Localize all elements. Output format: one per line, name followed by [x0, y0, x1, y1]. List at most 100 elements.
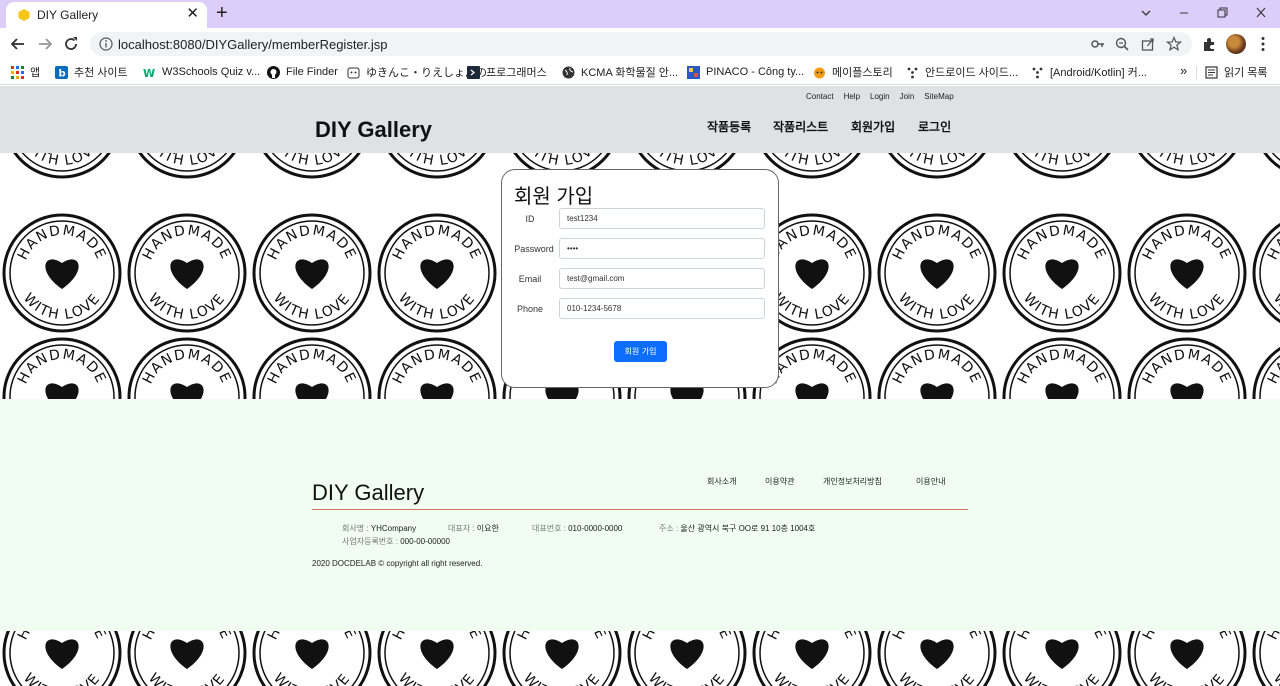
close-window-icon[interactable]	[1251, 6, 1271, 20]
footer-link-terms[interactable]: 이용약관	[765, 476, 794, 487]
handmade-stamp: HANDMADEWITH LOVE	[252, 337, 372, 399]
bookmark-label: 앱	[30, 67, 41, 79]
globe-icon	[562, 66, 575, 78]
password-input[interactable]	[559, 238, 765, 259]
handmade-stamp: HANDMADEWITH LOVE	[2, 631, 122, 686]
handmade-pattern-bottom: HANDMADEWITH LOVEHANDMADEWITH LOVEHANDMA…	[0, 631, 1280, 686]
close-tab-icon[interactable]: ✕	[186, 6, 199, 22]
footer-link-company[interactable]: 회사소개	[707, 476, 736, 487]
info-icon[interactable]	[99, 37, 113, 51]
register-submit-button[interactable]: 회원 가입	[614, 341, 667, 362]
dots-icon	[907, 67, 918, 78]
handmade-stamp: HANDMADEWITH LOVE	[263, 153, 361, 179]
bookmark-android-side[interactable]: 안드로이드 사이드...	[906, 64, 1018, 80]
reading-list-label: 읽기 목록	[1224, 67, 1268, 79]
bookmark-w3schools[interactable]: W W3Schools Quiz v...	[143, 64, 260, 80]
zoom-icon[interactable]	[1114, 36, 1130, 52]
biz-key: 사업자등록번호 :	[342, 537, 401, 546]
handmade-stamp: HANDMADEWITH LOVE	[1002, 337, 1122, 399]
more-menu-icon[interactable]	[1254, 35, 1272, 53]
new-tab-button[interactable]: +	[216, 2, 228, 24]
bookmark-maplestory[interactable]: 메이플스토리	[813, 64, 893, 80]
handmade-stamp: HANDMADEWITH LOVE	[2, 213, 122, 333]
handmade-stamp: HANDMADEWITH LOVE	[627, 631, 747, 686]
handmade-stamp: HANDMADEWITH LOVE	[1252, 223, 1280, 323]
handmade-stamp: HANDMADEWITH LOVE	[502, 631, 622, 686]
extensions-icon[interactable]	[1200, 35, 1218, 53]
address-value: 울산 광역시 북구 OO로 91 10층 1004호	[680, 524, 816, 533]
nav-artwork-list[interactable]: 작품리스트	[773, 118, 828, 135]
apps-grid-icon	[11, 65, 24, 79]
maplestory-icon	[814, 67, 825, 78]
reading-list-button[interactable]: 읽기 목록	[1205, 64, 1268, 80]
bookmark-label: KCMA 화학물질 안...	[581, 67, 679, 79]
id-input[interactable]	[559, 208, 765, 229]
phone-info: 대표번호 : 010-0000-0000	[532, 523, 622, 534]
nav-login[interactable]: 로그인	[918, 118, 951, 135]
bookmark-file-finder[interactable]: File Finder	[267, 64, 338, 80]
bookmark-programmers[interactable]: 프로그래머스	[467, 64, 547, 80]
share-icon[interactable]	[1140, 36, 1156, 52]
bookmark-pinaco[interactable]: PINACO - Công ty...	[687, 64, 804, 80]
handmade-stamp: HANDMADEWITH LOVE	[1263, 153, 1280, 169]
handmade-stamp: HANDMADEWITH LOVE	[13, 153, 111, 179]
svg-text:W: W	[143, 67, 155, 79]
bookmark-apps[interactable]: 앱	[11, 64, 40, 80]
tab-search-icon[interactable]	[1136, 7, 1156, 21]
footer-link-guide[interactable]: 이용안내	[916, 476, 945, 487]
w3schools-icon: W	[143, 67, 155, 79]
site-logo[interactable]: DIY Gallery	[315, 117, 432, 143]
programmers-icon	[467, 65, 480, 79]
back-icon[interactable]	[8, 34, 28, 54]
join-link[interactable]: Join	[900, 92, 915, 101]
sitemap-link[interactable]: SiteMap	[924, 92, 953, 101]
bookmark-kcma[interactable]: KCMA 화학물질 안...	[562, 64, 678, 80]
handmade-stamp: HANDMADEWITH LOVE	[1127, 337, 1247, 399]
login-link[interactable]: Login	[870, 92, 890, 101]
key-icon[interactable]	[1090, 36, 1106, 52]
site-footer: DIY Gallery 회사소개 이용약관 개인정보처리방침 이용안내 회사명 …	[0, 399, 1280, 631]
handmade-stamp: HANDMADEWITH LOVE	[752, 631, 872, 686]
phone-input[interactable]	[559, 298, 765, 319]
footer-link-privacy[interactable]: 개인정보처리방침	[823, 476, 882, 487]
site-header: Contact Help Login Join SiteMap DIY Gall…	[0, 86, 1280, 153]
help-link[interactable]: Help	[844, 92, 860, 101]
nav-member-register[interactable]: 회원가입	[851, 118, 895, 135]
reload-icon[interactable]	[61, 34, 81, 54]
bookmarks-divider	[1196, 66, 1197, 80]
bookmark-star-icon[interactable]	[1166, 36, 1182, 52]
company-key: 회사명 :	[342, 524, 371, 533]
copyright: 2020 DOCDELAB © copyright all right rese…	[312, 559, 483, 568]
footer-logo[interactable]: DIY Gallery	[312, 480, 424, 506]
profile-avatar[interactable]	[1226, 34, 1246, 54]
address-bar[interactable]: localhost:8080/DIYGallery/memberRegister…	[90, 32, 1192, 56]
more-bookmarks-button[interactable]: »	[1180, 63, 1187, 78]
handmade-stamp: HANDMADEWITH LOVE	[1002, 213, 1122, 333]
bookmark-android-kotlin[interactable]: [Android/Kotlin] 커...	[1031, 64, 1147, 80]
biz-number-info: 사업자등록번호 : 000-00-00000	[342, 536, 450, 547]
browser-toolbar: localhost:8080/DIYGallery/memberRegister…	[0, 28, 1280, 60]
bookmark-label: W3Schools Quiz v...	[162, 66, 261, 78]
register-form: 회원 가입 ID Password Email Phone 회원 가입	[501, 169, 779, 388]
email-input[interactable]	[559, 268, 765, 289]
restore-icon[interactable]	[1212, 6, 1232, 20]
nav-artwork-register[interactable]: 작품등록	[707, 118, 751, 135]
handmade-stamp: HANDMADEWITH LOVE	[1002, 631, 1122, 686]
contact-link[interactable]: Contact	[806, 92, 834, 101]
bookmark-recommended-sites[interactable]: b 추천 사이트	[55, 64, 128, 80]
biz-value: 000-00-00000	[400, 537, 451, 546]
browser-tab[interactable]: DIY Gallery ✕	[6, 2, 207, 28]
phone-value: 010-0000-0000	[568, 524, 623, 533]
phone-label: Phone	[516, 304, 544, 314]
company-info: 회사명 : YHCompany	[342, 523, 416, 534]
pinaco-icon	[687, 65, 700, 79]
minimize-icon[interactable]	[1174, 6, 1194, 20]
handmade-stamp: HANDMADEWITH LOVE	[127, 631, 247, 686]
password-label: Password	[514, 244, 554, 254]
bookmark-label: File Finder	[286, 66, 338, 78]
handmade-stamp: HANDMADEWITH LOVE	[1127, 213, 1247, 333]
handmade-stamp: HANDMADEWITH LOVE	[1252, 631, 1280, 686]
handmade-stamp: HANDMADEWITH LOVE	[2, 337, 122, 399]
forward-icon[interactable]	[35, 34, 55, 54]
handmade-stamp: HANDMADEWITH LOVE	[1013, 153, 1111, 179]
